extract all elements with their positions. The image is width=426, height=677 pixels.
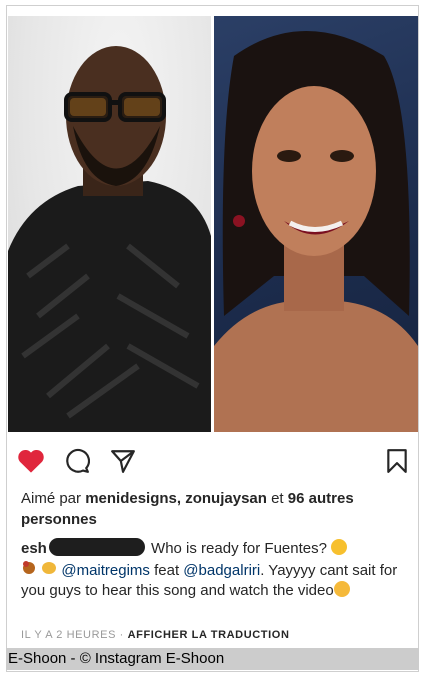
photo-man-illustration bbox=[8, 46, 211, 432]
post-meta: IL Y A 2 HEURES · AFFICHER LA TRADUCTION bbox=[21, 629, 289, 641]
chicken-emoji-icon bbox=[21, 559, 37, 575]
clapping-hands-emoji-icon bbox=[41, 559, 57, 575]
heart-icon[interactable] bbox=[16, 446, 46, 476]
liked-by-users[interactable]: menidesigns, zonujaysan bbox=[85, 490, 267, 507]
hugging-face-emoji-icon bbox=[333, 581, 350, 597]
meta-separator: · bbox=[119, 629, 124, 641]
see-translation-link[interactable]: AFFICHER LA TRADUCTION bbox=[128, 629, 290, 641]
likes-connector: et bbox=[271, 490, 284, 507]
caption-username[interactable]: esh bbox=[21, 540, 47, 557]
comment-icon[interactable] bbox=[62, 446, 92, 476]
caption-text-1: Who is ready for Fuentes? bbox=[151, 540, 327, 557]
post-actions-bar bbox=[16, 446, 411, 476]
image-credit-caption: E-Shoon - © Instagram E-Shoon bbox=[6, 648, 419, 670]
caption-text-2: feat bbox=[154, 562, 180, 579]
mention-badgalriri[interactable]: @badgalriri bbox=[183, 562, 260, 579]
photo-woman-smiling bbox=[214, 16, 418, 432]
likes-count[interactable]: 96 bbox=[288, 490, 305, 507]
send-icon[interactable] bbox=[108, 446, 138, 476]
post-timestamp: IL Y A 2 HEURES bbox=[21, 629, 117, 641]
redacted-username-bar bbox=[48, 538, 145, 556]
likes-summary[interactable]: Aimé par menidesigns, zonujaysan et 96 a… bbox=[21, 488, 401, 530]
likes-prefix: Aimé par bbox=[21, 490, 82, 507]
photo-woman-illustration bbox=[214, 31, 418, 432]
bookmark-icon[interactable] bbox=[382, 446, 412, 476]
post-caption: esh Who is ready for Fuentes? @maitregim… bbox=[21, 538, 406, 601]
smiling-face-emoji-icon bbox=[331, 539, 348, 555]
photo-man-sunglasses bbox=[8, 16, 211, 432]
post-photo-collage[interactable] bbox=[8, 16, 418, 432]
mention-maitregims[interactable]: @maitregims bbox=[61, 562, 150, 579]
